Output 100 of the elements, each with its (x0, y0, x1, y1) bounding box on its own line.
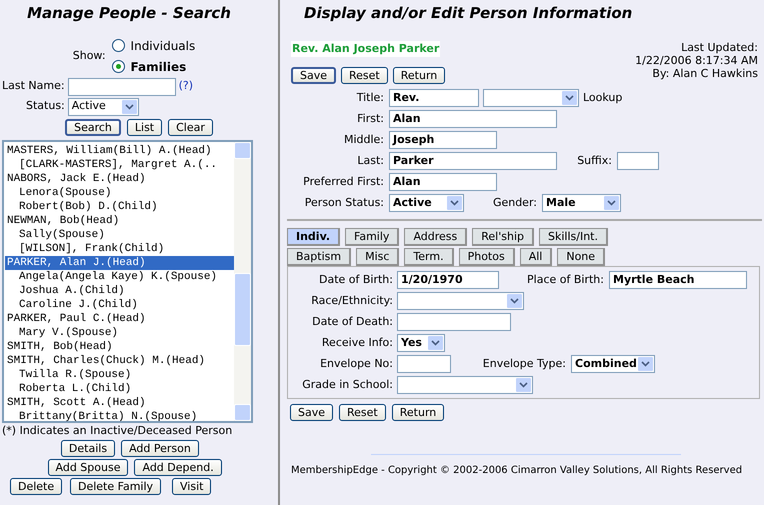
list-item[interactable]: MASTERS, William(Bill) A.(Head) (5, 144, 234, 158)
list-item[interactable]: [CLARK-MASTERS], Margret A.(.. (5, 158, 234, 172)
list-item[interactable]: Robert(Bob) D.(Child) (5, 200, 234, 214)
dropdown[interactable] (397, 376, 533, 394)
scrollbar[interactable] (234, 142, 251, 420)
tab[interactable]: Baptism (287, 248, 352, 266)
field-label: Suffix: (576, 152, 612, 169)
field-label: Date of Death: (311, 314, 393, 330)
last-updated-text: Last Updated: (681, 40, 758, 54)
list-item[interactable]: PARKER, Paul C.(Head) (5, 312, 234, 326)
button[interactable]: Add Spouse (48, 459, 128, 476)
text-field[interactable]: Joseph (389, 131, 497, 149)
tab[interactable]: None (557, 248, 606, 266)
list-item[interactable]: Caroline J.(Child) (5, 298, 234, 312)
tab[interactable]: Misc (356, 248, 400, 266)
tab[interactable]: All (520, 248, 552, 266)
button[interactable]: Clear (168, 118, 213, 136)
tab[interactable]: Photos (458, 248, 515, 266)
dropdown[interactable]: Yes (397, 334, 445, 352)
field-label: Race/Ethnicity: (310, 292, 393, 309)
dropdown[interactable]: Combined (571, 355, 655, 373)
chevron-down-icon (562, 91, 577, 105)
field-label: Last Name: (2, 78, 65, 94)
chevron-down-icon (638, 357, 653, 371)
list-item[interactable]: SMITH, Charles(Chuck) M.(Head) (5, 354, 234, 368)
last-updated-text: By: Alan C Hawkins (652, 66, 758, 80)
chevron-down-icon (428, 336, 443, 350)
envelope-no-field[interactable] (397, 355, 451, 373)
list-item[interactable]: Lenora(Spouse) (5, 186, 234, 200)
chevron-down-icon (447, 196, 462, 210)
list-item[interactable]: Roberta L.(Child) (5, 382, 234, 396)
text-field[interactable]: 1/20/1970 (397, 271, 499, 289)
field-label: Last: (356, 152, 384, 169)
dropdown[interactable]: Male (542, 194, 621, 212)
lookup-label: Lookup (583, 90, 622, 106)
field-label: Grade in School: (301, 376, 393, 393)
button[interactable]: List (126, 118, 162, 136)
button[interactable]: Add Depend. (134, 459, 222, 476)
list-item[interactable]: SMITH, Bob(Head) (5, 340, 234, 354)
list-item[interactable]: Twilla R.(Spouse) (5, 368, 234, 382)
text-field[interactable]: Parker (389, 152, 557, 170)
tab[interactable]: Indiv. (287, 228, 340, 246)
tab[interactable]: Address (404, 228, 468, 246)
tab[interactable]: Rel'ship (472, 228, 534, 246)
list-item[interactable]: NEWMAN, Bob(Head) (5, 214, 234, 228)
button[interactable]: Return (392, 67, 446, 84)
field-label: Preferred First: (302, 174, 384, 190)
text-field[interactable]: Alan (389, 110, 557, 128)
tab[interactable]: Term. (404, 248, 454, 266)
dropdown[interactable] (397, 292, 524, 310)
radio-option[interactable]: Individuals (112, 36, 196, 54)
panel-title: Manage People - Search (27, 3, 231, 24)
list-item[interactable]: Brittany(Britta) N.(Spouse) (5, 410, 234, 420)
chevron-down-icon (122, 100, 137, 114)
button[interactable]: Delete Family (70, 478, 162, 495)
field-label: Title: (356, 90, 384, 106)
list-item[interactable]: Joshua A.(Child) (5, 284, 234, 298)
button[interactable]: Visit (172, 478, 212, 495)
dropdown[interactable]: Active (68, 98, 139, 116)
button[interactable]: Return (392, 404, 444, 421)
list-item[interactable]: Mary V.(Spouse) (5, 326, 234, 340)
text-field[interactable]: Myrtle Beach (609, 271, 747, 289)
field-label: Place of Birth: (526, 272, 604, 288)
text-field[interactable]: Rev. (389, 89, 479, 107)
last-name-field[interactable] (68, 78, 176, 96)
button[interactable]: Reset (339, 404, 386, 421)
text-field[interactable]: Alan (389, 173, 497, 191)
button[interactable]: Reset (341, 67, 388, 84)
list-item[interactable]: PARKER, Alan J.(Head) (5, 256, 234, 270)
tab[interactable]: Skills/Int. (539, 228, 608, 246)
dropdown[interactable]: Active (389, 194, 464, 212)
button[interactable]: Save (291, 67, 336, 84)
tab[interactable]: Family (345, 228, 400, 246)
button[interactable]: Add Person (121, 440, 199, 457)
chevron-down-icon (604, 196, 619, 210)
button[interactable]: Search (65, 118, 121, 136)
field-label: First: (356, 110, 384, 127)
button[interactable]: Save (290, 404, 334, 421)
list-item[interactable]: NABORS, Jack E.(Head) (5, 172, 234, 186)
note: (*) Indicates an Inactive/Deceased Person (2, 422, 232, 438)
show-label: Show: (72, 48, 106, 64)
list-item[interactable]: [WILSON], Frank(Child) (5, 242, 234, 256)
date-of-death-field[interactable] (397, 313, 511, 331)
radio-option[interactable]: Families (112, 58, 196, 76)
footer-text: MembershipEdge - Copyright © 2002-2006 Cimarron Valley Solutions, All Rights Reserved (291, 464, 744, 478)
chevron-down-icon (516, 378, 531, 392)
dropdown[interactable] (483, 89, 579, 107)
last-updated-text: 1/22/2006 8:17:34 AM (635, 54, 758, 66)
button[interactable]: Delete (10, 478, 62, 495)
button[interactable]: Details (60, 440, 116, 457)
field-label: Envelope Type: (482, 356, 566, 372)
field-label: Middle: (342, 132, 384, 148)
list-item[interactable]: SMITH, Scott A.(Head) (5, 396, 234, 410)
field-label: Envelope No: (319, 356, 393, 372)
suffix-field[interactable] (617, 152, 659, 170)
list-item[interactable]: Angela(Angela Kaye) K.(Spouse) (5, 270, 234, 284)
people-list[interactable] (2, 140, 253, 422)
help-link[interactable]: (?) (178, 78, 193, 95)
list-item[interactable]: Sally(Spouse) (5, 228, 234, 242)
chevron-down-icon (507, 294, 522, 308)
